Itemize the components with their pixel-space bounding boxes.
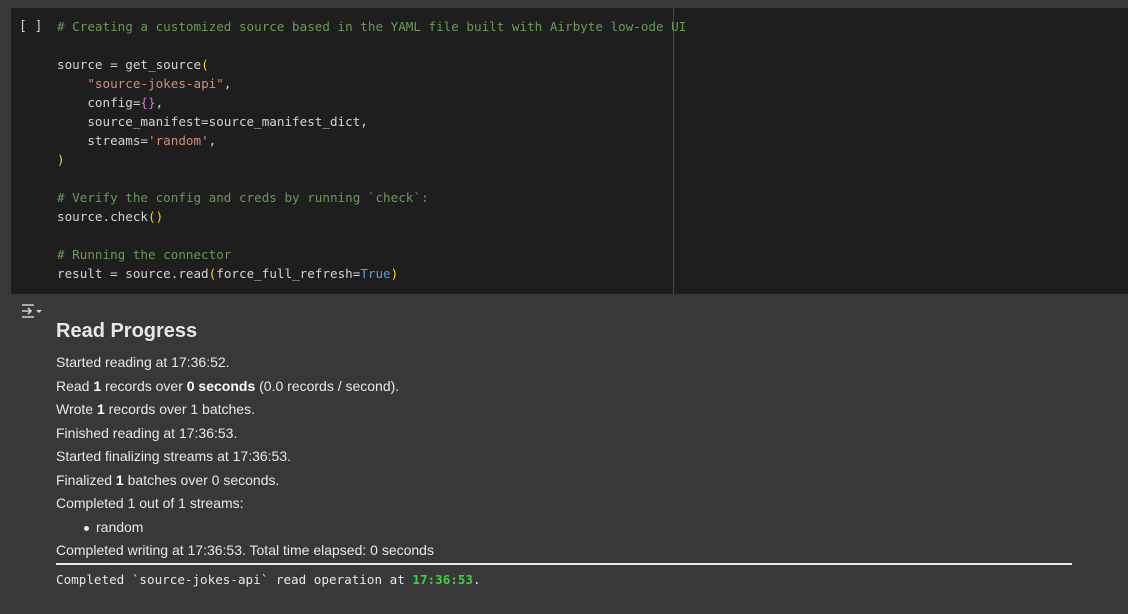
output-divider [56, 563, 1072, 565]
streams-list: random [56, 516, 1076, 540]
code-token: # Creating a customized source based in … [57, 19, 687, 34]
output-heading: Read Progress [56, 320, 198, 342]
list-item: random [80, 516, 1076, 540]
wrote-summary-line: Wrote 1 records over 1 batches. [56, 398, 1076, 422]
code-line: # Creating a customized source based in … [57, 17, 686, 36]
run-cell-button[interactable]: [ ] [19, 19, 42, 34]
finalized-prefix: Finalized [56, 471, 116, 488]
code-token: source_manifest=source_manifest_dict, [57, 114, 368, 129]
code-line: config={}, [57, 93, 686, 112]
code-token: source.check [57, 209, 148, 224]
read-rate: (0.0 records / second). [255, 377, 400, 394]
code-token: 'random' [148, 133, 209, 148]
started-reading-line: Started reading at 17:36:52. [56, 354, 230, 370]
code-token: , [155, 95, 164, 110]
finished-reading-line: Finished reading at 17:36:53. [56, 424, 238, 441]
completed-streams-line: Completed 1 out of 1 streams: [56, 495, 244, 511]
code-line: source = get_source( [57, 55, 686, 74]
code-line: # Verify the config and creds by running… [57, 188, 686, 207]
code-token: # Verify the config and creds by running… [57, 190, 429, 205]
wrote-suffix: records over 1 batches. [104, 401, 255, 417]
code-token: config= [57, 95, 141, 110]
code-token: streams= [57, 133, 148, 148]
final-suffix: . [473, 572, 481, 587]
code-line: streams='random', [57, 131, 686, 150]
code-token: force_full_refresh= [216, 266, 361, 281]
code-content[interactable]: # Creating a customized source based in … [57, 17, 686, 283]
completed-writing-line: Completed writing at 17:36:53. Total tim… [56, 542, 434, 558]
finalized-suffix: batches over 0 seconds. [123, 471, 280, 488]
code-token: True [360, 266, 391, 281]
read-summary-line: Read 1 records over 0 seconds (0.0 recor… [56, 375, 1076, 399]
code-token: "source-jokes-api" [87, 76, 224, 91]
started-finalizing-line: Started finalizing streams at 17:36:53. [56, 448, 292, 464]
code-line: source_manifest=source_manifest_dict, [57, 112, 686, 131]
finalized-line: Finalized 1 batches over 0 seconds. [56, 469, 1076, 493]
read-progress-output: Read Progress Started reading at 17:36:5… [56, 318, 1076, 563]
code-line: "source-jokes-api", [57, 74, 686, 93]
code-token: , [223, 76, 232, 91]
final-status-line: Completed `source-jokes-api` read operat… [56, 572, 481, 587]
code-token: {} [140, 95, 156, 110]
code-token: ( [201, 57, 209, 72]
code-token: # Running the connector [57, 247, 232, 262]
code-token: ) [57, 152, 65, 167]
code-line: source.check() [57, 207, 686, 226]
read-mid: records over [101, 377, 187, 394]
wrote-prefix: Wrote [56, 401, 97, 417]
read-records-count: 1 [93, 377, 102, 394]
code-token: result = source.read [57, 266, 209, 281]
code-line: result = source.read(force_full_refresh=… [57, 264, 686, 283]
code-token: () [148, 209, 164, 224]
read-seconds: 0 seconds [186, 377, 256, 394]
read-prefix: Read [56, 377, 94, 394]
code-line: # Running the connector [57, 245, 686, 264]
code-token: ) [390, 266, 399, 281]
final-prefix: Completed `source-jokes-api` read operat… [56, 572, 413, 587]
code-line: ) [57, 150, 686, 169]
final-time: 17:36:53 [412, 572, 474, 587]
output-collapse-icon[interactable] [20, 302, 44, 320]
code-token: , [208, 133, 217, 148]
code-token: source = get_source [57, 57, 202, 72]
finalized-batches-count: 1 [115, 471, 124, 488]
wrote-records-count: 1 [96, 401, 105, 417]
cell-top-gap [0, 0, 1128, 8]
